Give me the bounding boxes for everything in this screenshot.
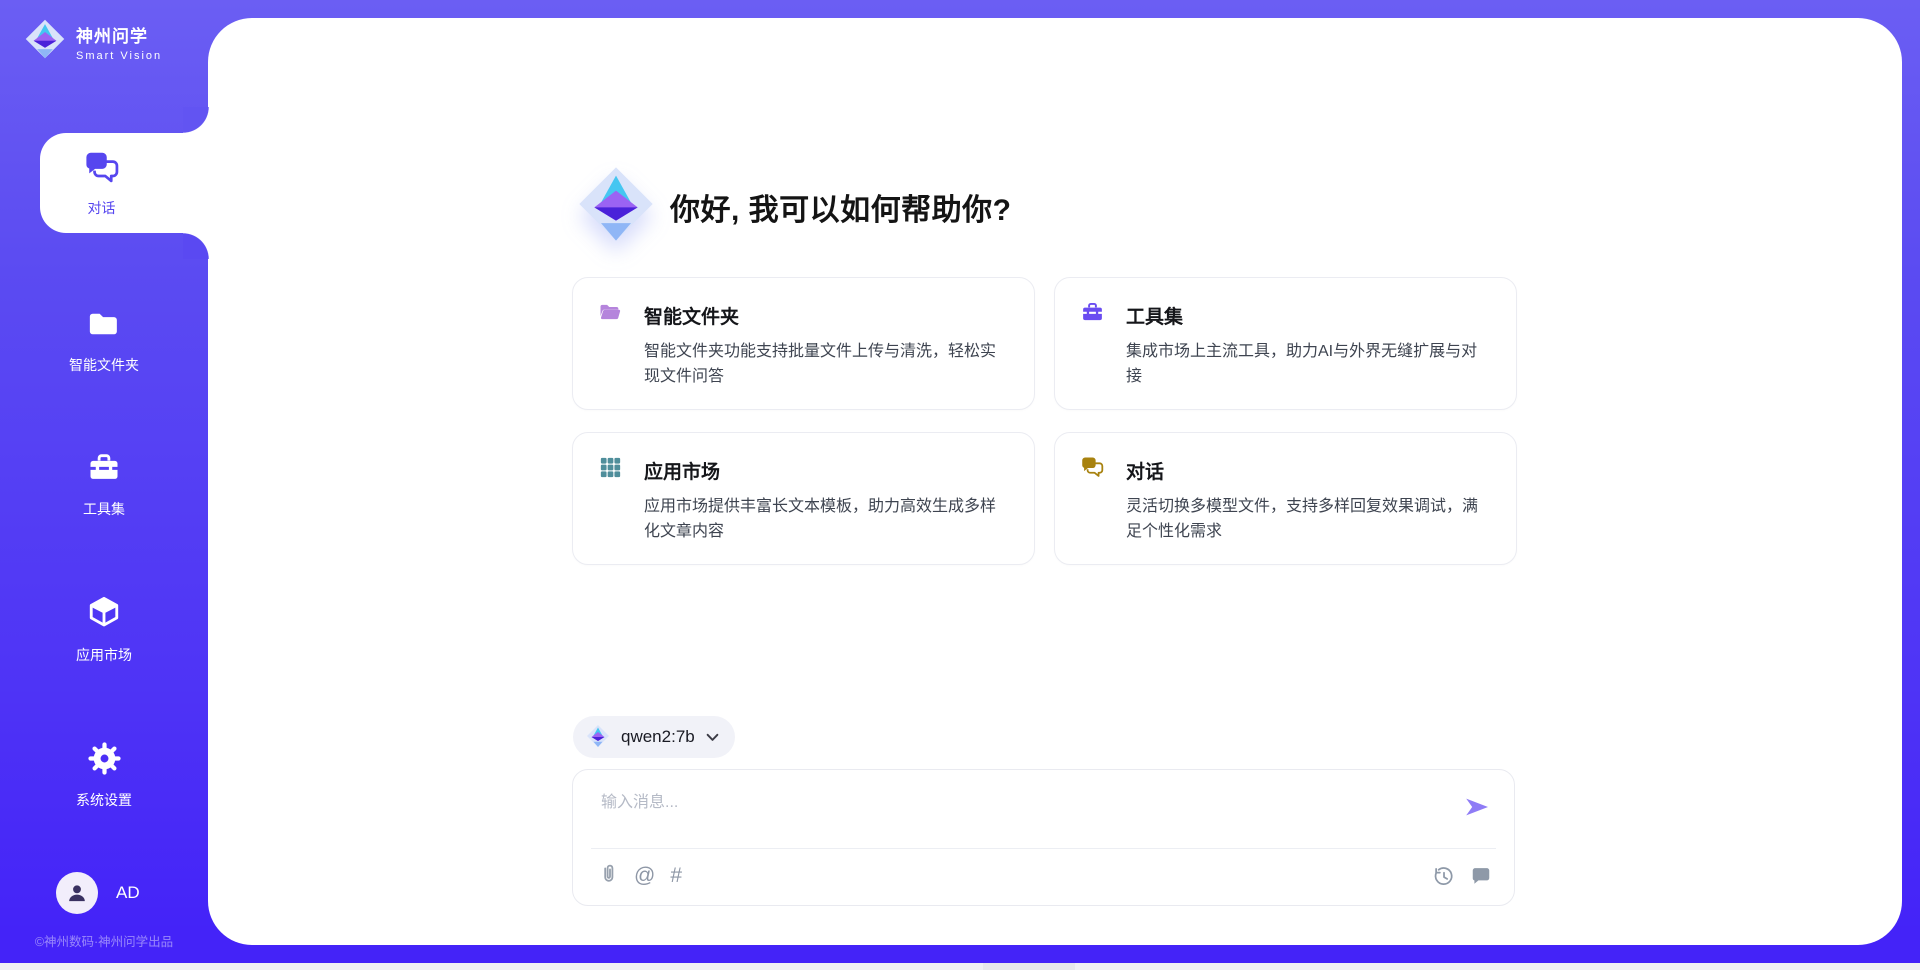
sidebar-item-chat[interactable]: 对话 xyxy=(40,133,209,233)
user-account[interactable]: AD xyxy=(56,872,140,914)
brand-name: 神州问学 xyxy=(76,22,162,47)
hash-icon: # xyxy=(670,864,682,887)
folder-icon xyxy=(86,306,122,347)
card-toolset[interactable]: 工具集 集成市场上主流工具，助力AI与外界无缝扩展与对接 xyxy=(1054,277,1517,410)
conversation-button[interactable] xyxy=(1470,865,1492,890)
sidebar-item-label: 应用市场 xyxy=(76,645,132,665)
chat-icon xyxy=(1080,455,1105,485)
card-title: 智能文件夹 xyxy=(644,302,739,329)
grid-icon xyxy=(598,455,623,485)
paperclip-icon xyxy=(597,862,619,889)
feature-cards: 智能文件夹 智能文件夹功能支持批量文件上传与清洗，轻松实现文件问答 工具集 集成… xyxy=(572,277,1518,565)
greeting: 你好, 我可以如何帮助你? xyxy=(576,164,1012,249)
avatar xyxy=(56,872,98,914)
card-smart-folder[interactable]: 智能文件夹 智能文件夹功能支持批量文件上传与清洗，轻松实现文件问答 xyxy=(572,277,1035,410)
scrollbar-thumb[interactable] xyxy=(983,963,1075,970)
toolbox-icon xyxy=(86,450,122,491)
card-description: 智能文件夹功能支持批量文件上传与清洗，轻松实现文件问答 xyxy=(644,339,1010,389)
card-title: 应用市场 xyxy=(644,457,720,484)
send-button[interactable] xyxy=(1464,794,1490,820)
sidebar-item-app-market[interactable]: 应用市场 xyxy=(0,594,208,665)
composer-divider xyxy=(591,848,1496,849)
brand-logo: 神州问学 Smart Vision xyxy=(24,18,208,65)
model-diamond-icon xyxy=(586,724,610,751)
model-selector[interactable]: qwen2:7b xyxy=(573,716,735,758)
assistant-diamond-icon xyxy=(576,164,656,249)
chat-icon xyxy=(83,149,121,192)
tab-fillet-bottom xyxy=(183,233,209,259)
history-button[interactable] xyxy=(1432,865,1454,890)
card-description: 灵活切换多模型文件，支持多样回复效果调试，满足个性化需求 xyxy=(1126,494,1492,544)
sidebar-item-label: 智能文件夹 xyxy=(69,355,139,375)
greeting-title: 你好, 我可以如何帮助你? xyxy=(670,185,1012,229)
chat-bubble-icon xyxy=(1470,865,1492,890)
sidebar-item-toolset[interactable]: 工具集 xyxy=(0,450,208,519)
app-window: 神州问学 Smart Vision 对话 智能文件夹 xyxy=(0,0,1920,970)
folder-open-icon xyxy=(598,300,623,330)
copyright-footer: ©神州数码·神州问学出品 xyxy=(0,931,208,950)
message-input[interactable] xyxy=(601,788,1421,840)
sidebar-item-smart-folder[interactable]: 智能文件夹 xyxy=(0,306,208,375)
history-clock-icon xyxy=(1432,865,1454,890)
brand-diamond-icon xyxy=(24,18,66,65)
briefcase-icon xyxy=(1080,300,1105,330)
mention-button[interactable]: @ xyxy=(634,865,655,887)
card-app-market[interactable]: 应用市场 应用市场提供丰富长文本模板，助力高效生成多样化文章内容 xyxy=(572,432,1035,565)
card-title: 工具集 xyxy=(1126,302,1183,329)
card-description: 集成市场上主流工具，助力AI与外界无缝扩展与对接 xyxy=(1126,339,1492,389)
sidebar-item-label: 对话 xyxy=(88,198,116,218)
attach-file-button[interactable] xyxy=(597,862,619,889)
bottom-scrollbar[interactable] xyxy=(0,963,1920,970)
sidebar-item-label: 系统设置 xyxy=(76,790,132,810)
sidebar-item-label: 工具集 xyxy=(83,499,125,519)
model-name: qwen2:7b xyxy=(621,727,695,747)
brand-subtitle: Smart Vision xyxy=(76,50,162,62)
at-icon: @ xyxy=(634,864,655,887)
sidebar-item-settings[interactable]: 系统设置 xyxy=(0,740,208,810)
message-composer: @ # xyxy=(572,769,1515,906)
hashtag-button[interactable]: # xyxy=(670,865,682,887)
cube-icon xyxy=(85,594,123,637)
gear-icon xyxy=(86,740,123,782)
card-chat[interactable]: 对话 灵活切换多模型文件，支持多样回复效果调试，满足个性化需求 xyxy=(1054,432,1517,565)
card-description: 应用市场提供丰富长文本模板，助力高效生成多样化文章内容 xyxy=(644,494,1010,544)
user-name: AD xyxy=(116,883,140,903)
card-title: 对话 xyxy=(1126,457,1164,484)
chevron-down-icon xyxy=(706,730,719,745)
tab-fillet-top xyxy=(183,107,209,133)
